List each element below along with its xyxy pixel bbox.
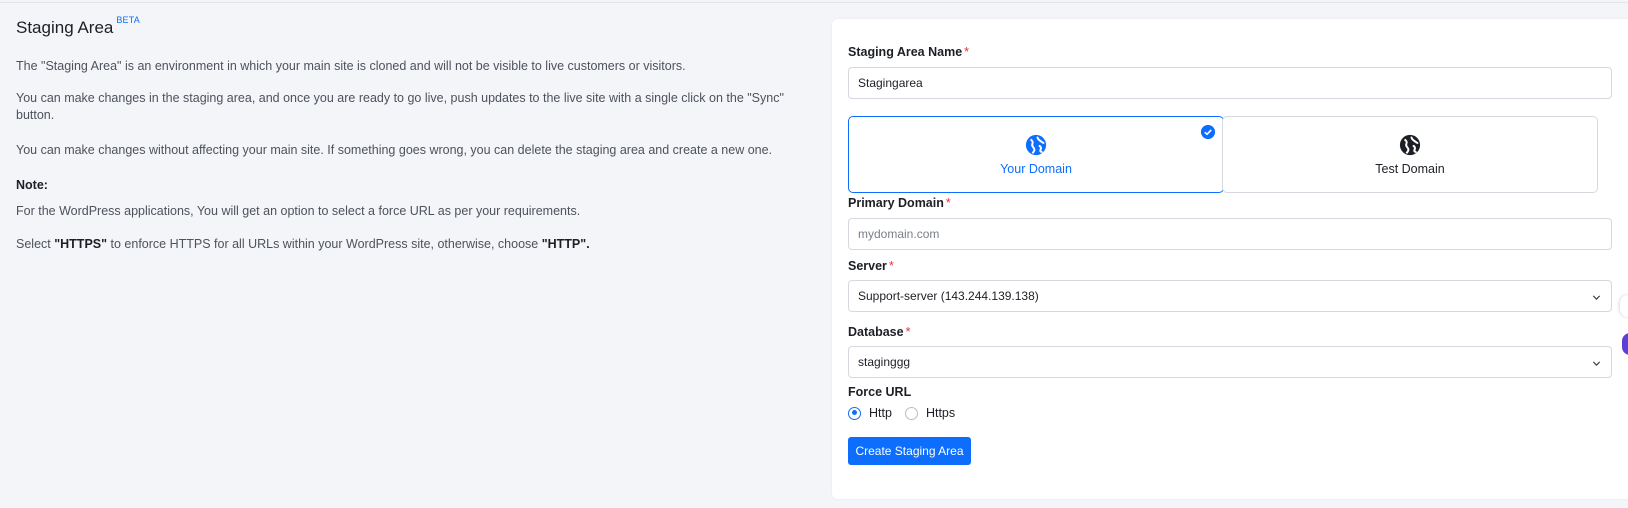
info-paragraph-1: The "Staging Area" is an environment in …: [16, 59, 686, 73]
required-mark: *: [964, 45, 970, 59]
page-title-row: Staging Area BETA: [16, 15, 806, 38]
http-radio[interactable]: [848, 406, 861, 420]
staging-name-label: Staging Area Name *: [848, 45, 969, 59]
database-label-text: Database: [848, 325, 904, 339]
database-select-value: staginggg: [858, 355, 911, 369]
note-paragraph-1: For the WordPress applications, You will…: [16, 204, 581, 218]
test-domain-label: Test Domain: [1375, 161, 1445, 176]
check-circle-icon: [1201, 125, 1215, 139]
https-radio-label[interactable]: Https: [926, 406, 955, 420]
test-domain-option[interactable]: Test Domain: [1222, 116, 1598, 193]
your-domain-label: Your Domain: [1000, 161, 1072, 176]
required-mark: *: [945, 196, 951, 210]
staging-name-input[interactable]: [848, 67, 1612, 99]
note-paragraph-2: Select "HTTPS" to enforce HTTPS for all …: [16, 236, 590, 253]
page-title: Staging Area: [16, 18, 114, 37]
chevron-down-icon: [1592, 295, 1601, 300]
note-text-middle: to enforce HTTPS for all URLs within you…: [107, 237, 542, 251]
server-select-value: Support-server (143.244.139.138): [858, 289, 1039, 303]
database-label: Database *: [848, 325, 910, 339]
force-url-label: Force URL: [848, 385, 912, 399]
server-select[interactable]: Support-server (143.244.139.138): [848, 280, 1612, 312]
create-staging-area-button[interactable]: Create Staging Area: [848, 437, 971, 465]
top-border: [0, 0, 1628, 3]
globe-icon: [1025, 134, 1047, 155]
note-text-prefix: Select: [16, 237, 55, 251]
globe-icon: [1399, 134, 1421, 155]
force-url-radio-group: Http Https: [848, 406, 968, 420]
database-select[interactable]: staginggg: [848, 346, 1612, 378]
primary-domain-input[interactable]: [848, 218, 1612, 250]
chevron-down-icon: [1592, 361, 1601, 366]
info-panel: Staging Area BETA The "Staging Area" is a…: [16, 15, 806, 251]
staging-form-card: Staging Area Name* Your Domain Test Doma…: [832, 19, 1628, 499]
required-mark: *: [888, 259, 894, 273]
http-radio-label[interactable]: Http: [869, 406, 892, 420]
https-keyword: "HTTPS": [54, 237, 108, 251]
info-paragraph-3: You can make changes without affecting y…: [16, 143, 773, 157]
edge-widget[interactable]: [1620, 295, 1628, 317]
server-label: Server *: [848, 259, 894, 273]
beta-badge: BETA: [116, 15, 140, 25]
http-keyword: "HTTP".: [541, 237, 590, 251]
primary-domain-label-text: Primary Domain: [848, 196, 944, 210]
server-label-text: Server: [848, 259, 887, 273]
edge-widget-icon[interactable]: [1622, 333, 1628, 355]
your-domain-option[interactable]: Your Domain: [848, 116, 1224, 193]
staging-name-label-text: Staging Area Name: [848, 45, 963, 59]
info-paragraph-2: You can make changes in the staging area…: [16, 91, 784, 122]
https-radio[interactable]: [904, 406, 918, 420]
primary-domain-label: Primary Domain *: [848, 196, 951, 210]
note-title: Note:: [16, 178, 48, 192]
required-mark: *: [905, 325, 911, 339]
